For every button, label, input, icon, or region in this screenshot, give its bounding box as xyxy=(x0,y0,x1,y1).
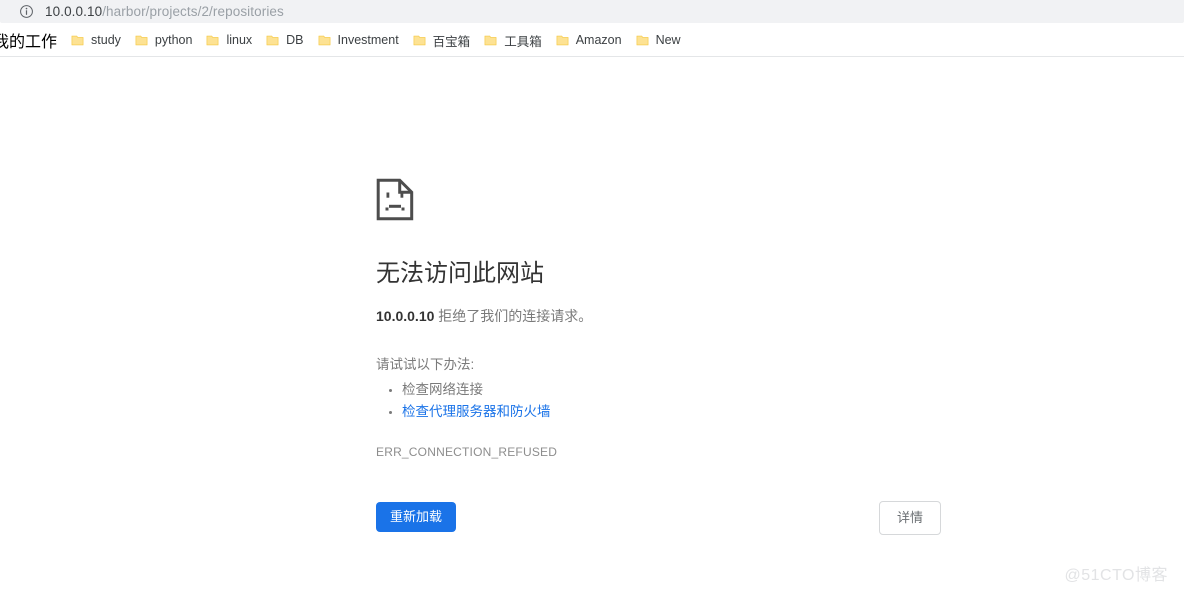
url-text[interactable]: 10.0.0.10/harbor/projects/2/repositories xyxy=(45,4,284,19)
bookmark-label: Amazon xyxy=(575,33,622,47)
error-code: ERR_CONNECTION_REFUSED xyxy=(376,445,558,459)
folder-icon xyxy=(556,35,569,45)
error-page: 无法访问此网站 10.0.0.10 拒绝了我们的连接请求。 请试试以下办法: 检… xyxy=(0,57,1184,595)
omnibox[interactable]: 10.0.0.10/harbor/projects/2/repositories xyxy=(0,0,1184,23)
folder-icon xyxy=(135,35,148,45)
bookmark-item[interactable]: python xyxy=(128,28,200,52)
bookmark-label: python xyxy=(154,33,193,47)
details-button[interactable]: 详情 xyxy=(878,501,941,535)
bookmark-label: Investment xyxy=(337,33,399,47)
folder-icon xyxy=(636,35,648,45)
sad-document-icon xyxy=(376,178,414,221)
suggestion-text: 检查网络连接 xyxy=(402,382,483,397)
folder-icon xyxy=(266,35,279,45)
proxy-firewall-link[interactable]: 检查代理服务器和防火墙 xyxy=(402,404,551,419)
bookmark-item[interactable]: Investment xyxy=(311,28,406,52)
bookmark-item[interactable]: DB xyxy=(259,28,310,52)
folder-icon xyxy=(207,35,219,45)
bookmark-item[interactable]: linux xyxy=(199,28,259,52)
bookmark-label: study xyxy=(91,33,121,47)
error-subtitle-rest: 拒绝了我们的连接请求。 xyxy=(434,308,593,324)
error-content: 无法访问此网站 10.0.0.10 拒绝了我们的连接请求。 请试试以下办法: 检… xyxy=(376,178,976,459)
button-row: 重新加载 详情 xyxy=(376,501,941,541)
suggestions-title: 请试试以下办法: xyxy=(376,357,475,372)
page-title: 无法访问此网站 xyxy=(376,260,544,287)
bookmarks-bar: 我的工作 study python linux DB Investment 百宝… xyxy=(0,23,1184,57)
list-item: 检查网络连接 xyxy=(402,379,976,401)
bookmark-label: 工具箱 xyxy=(504,34,542,49)
bookmark-item[interactable]: study xyxy=(64,28,128,52)
folder-icon xyxy=(413,35,426,45)
folder-icon xyxy=(318,35,330,45)
bookmark-label: 我的工作 xyxy=(0,34,58,51)
folder-icon xyxy=(71,35,84,45)
error-subtitle: 10.0.0.10 拒绝了我们的连接请求。 xyxy=(376,306,976,327)
bookmark-label: 百宝箱 xyxy=(432,34,471,49)
bookmark-item[interactable]: Amazon xyxy=(549,28,629,52)
reload-button[interactable]: 重新加载 xyxy=(376,502,457,532)
error-host: 10.0.0.10 xyxy=(376,308,435,324)
bookmark-label: New xyxy=(655,33,681,47)
bookmark-label: DB xyxy=(286,33,304,47)
list-item[interactable]: 检查代理服务器和防火墙 xyxy=(402,401,976,423)
bookmark-item[interactable]: 工具箱 xyxy=(477,28,549,52)
url-path: /harbor/projects/2/repositories xyxy=(102,4,284,19)
bookmark-item[interactable]: 我的工作 xyxy=(0,28,64,52)
folder-icon xyxy=(484,35,497,45)
info-circle-icon[interactable] xyxy=(19,4,34,19)
bookmark-item[interactable]: 百宝箱 xyxy=(406,28,478,52)
bookmark-item[interactable]: New xyxy=(629,28,688,52)
url-host: 10.0.0.10 xyxy=(45,4,103,19)
suggestions-list: 检查网络连接 检查代理服务器和防火墙 xyxy=(376,379,976,423)
bookmark-label: linux xyxy=(226,33,253,47)
watermark: @51CTO博客 xyxy=(1064,567,1168,584)
